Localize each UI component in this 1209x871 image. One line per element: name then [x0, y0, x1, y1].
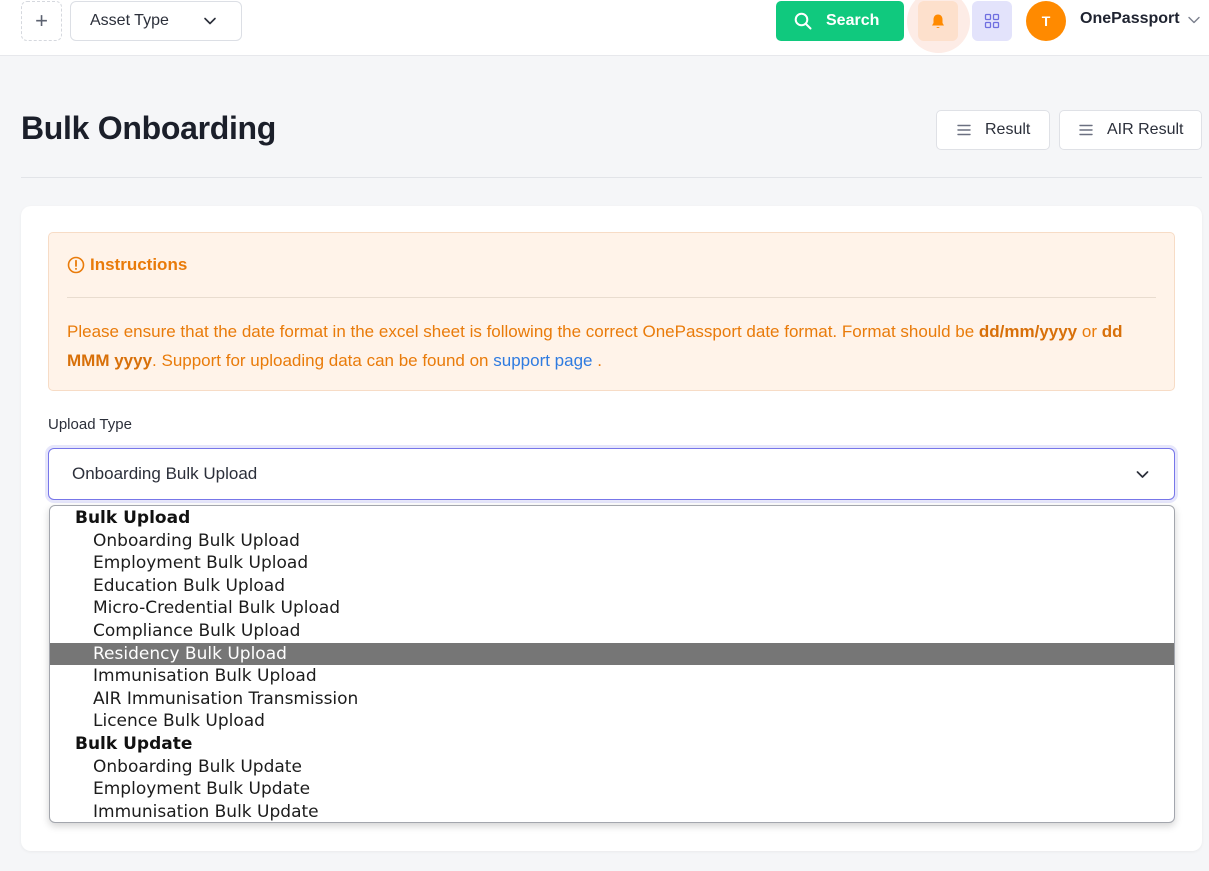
instructions-text-3: . Support for uploading data can be foun… [152, 351, 494, 370]
dropdown-option[interactable]: Residency Bulk Upload [50, 642, 1174, 666]
dropdown-option[interactable]: Education Bulk Upload [50, 575, 1174, 598]
dropdown-option[interactable]: Employment Bulk Upload [50, 552, 1174, 575]
user-name[interactable]: OnePassport [1080, 10, 1180, 28]
header-divider [21, 177, 1202, 178]
dropdown-option[interactable]: Compliance Bulk Upload [50, 620, 1174, 643]
dropdown-option[interactable]: AIR Immunisation Transmission [50, 688, 1174, 711]
upload-type-value: Onboarding Bulk Upload [72, 464, 258, 483]
list-icon [957, 124, 971, 136]
instructions-title: Instructions [90, 255, 188, 274]
notifications-button[interactable] [918, 1, 958, 41]
user-menu-chevron-icon[interactable] [1187, 13, 1201, 27]
avatar[interactable]: T [1026, 1, 1066, 41]
instructions-text-4: . [592, 351, 602, 370]
result-label: Result [985, 121, 1031, 138]
dropdown-group-label: Bulk Upload [75, 508, 191, 528]
instructions-heading: Instructions [67, 255, 187, 275]
instructions-text-1: Please ensure that the date format in th… [67, 322, 979, 341]
bell-icon [932, 14, 944, 28]
list-icon [1079, 124, 1093, 136]
instructions-divider [67, 297, 1156, 298]
support-page-link[interactable]: support page [493, 351, 592, 370]
search-icon [794, 12, 812, 30]
date-format-1: dd/mm/yyyy [978, 322, 1078, 341]
add-button[interactable]: + [21, 1, 62, 41]
air-result-label: AIR Result [1107, 121, 1184, 138]
info-icon [67, 256, 85, 274]
plus-icon: + [35, 8, 48, 33]
chevron-down-icon [1136, 471, 1149, 478]
chevron-down-icon [204, 17, 216, 25]
upload-type-label: Upload Type [48, 416, 132, 433]
dropdown-option[interactable]: Onboarding Bulk Upload [50, 530, 1174, 553]
dropdown-option[interactable]: Licence Bulk Upload [50, 710, 1174, 733]
apps-button[interactable] [972, 1, 1012, 41]
result-button[interactable]: Result [936, 110, 1050, 150]
asset-type-select[interactable]: Asset Type [70, 1, 242, 41]
asset-type-label: Asset Type [90, 12, 169, 29]
instructions-panel: Instructions Please ensure that the date… [48, 232, 1175, 391]
search-button[interactable]: Search [776, 1, 904, 41]
page-title: Bulk Onboarding [21, 110, 277, 146]
search-label: Search [826, 12, 880, 29]
dropdown-option[interactable]: Immunisation Bulk Update [50, 801, 1174, 822]
instructions-text: Please ensure that the date format in th… [67, 317, 1157, 375]
top-bar: + Asset Type Search T OnePassport [0, 0, 1209, 56]
instructions-text-2: or [1077, 322, 1102, 341]
air-result-button[interactable]: AIR Result [1059, 110, 1202, 150]
dropdown-option[interactable]: Immunisation Bulk Upload [50, 665, 1174, 688]
dropdown-option[interactable]: Employment Bulk Update [50, 778, 1174, 801]
dropdown-option[interactable]: Onboarding Bulk Update [50, 756, 1174, 779]
upload-type-select[interactable]: Onboarding Bulk Upload [48, 448, 1175, 500]
dropdown-group-label: Bulk Update [75, 733, 193, 754]
dropdown-option[interactable]: Micro-Credential Bulk Upload [50, 597, 1174, 620]
upload-type-dropdown-list: Bulk Upload Onboarding Bulk Upload Employm… [49, 505, 1175, 823]
grid-icon [984, 13, 1000, 29]
